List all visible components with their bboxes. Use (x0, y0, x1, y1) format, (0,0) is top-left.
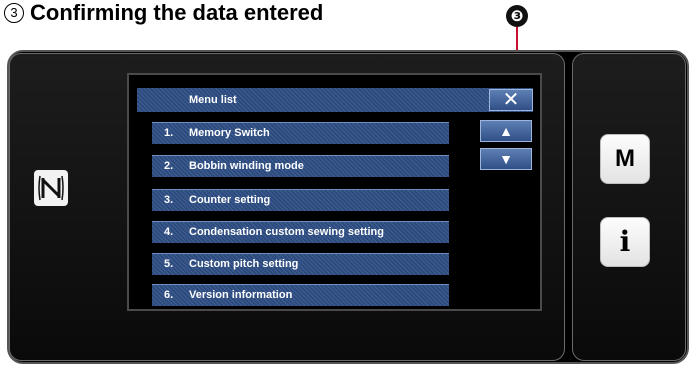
menu-item-index: 5. (164, 258, 174, 270)
menu-item-label: Counter setting (189, 194, 271, 206)
right-panel (572, 53, 686, 361)
scroll-up-button[interactable]: ▲ (480, 120, 532, 142)
step-number: 3 (4, 3, 24, 23)
section-heading: 3 Confirming the data entered (4, 0, 323, 26)
menu-item-label: Bobbin winding mode (189, 160, 304, 172)
menu-title: Menu list (137, 88, 533, 112)
menu-item-condensation-custom-sewing[interactable]: 4. Condensation custom sewing setting (152, 221, 449, 243)
menu-button[interactable]: M (600, 134, 650, 184)
info-button[interactable]: i (600, 217, 650, 267)
menu-item-index: 2. (164, 160, 174, 172)
menu-item-index: 4. (164, 226, 174, 238)
menu-item-index: 6. (164, 289, 174, 301)
menu-item-counter-setting[interactable]: 3. Counter setting (152, 189, 449, 211)
callout-marker: ❸ (506, 5, 528, 27)
menu-item-custom-pitch-setting[interactable]: 5. Custom pitch setting (152, 253, 449, 275)
nfc-icon (34, 170, 68, 206)
menu-item-label: Memory Switch (189, 127, 270, 139)
menu-item-memory-switch[interactable]: 1. Memory Switch (152, 122, 449, 144)
menu-item-label: Condensation custom sewing setting (189, 226, 384, 238)
menu-item-version-information[interactable]: 6. Version information (152, 284, 449, 306)
menu-item-index: 1. (164, 127, 174, 139)
menu-item-bobbin-winding-mode[interactable]: 2. Bobbin winding mode (152, 155, 449, 177)
menu-item-label: Version information (189, 289, 293, 301)
heading-text: Confirming the data entered (30, 0, 324, 25)
arrow-down-icon: ▼ (499, 151, 513, 167)
scroll-down-button[interactable]: ▼ (480, 148, 532, 170)
close-button[interactable]: ✕ (489, 89, 533, 111)
menu-item-index: 3. (164, 194, 174, 206)
arrow-up-icon: ▲ (499, 123, 513, 139)
menu-item-label: Custom pitch setting (189, 258, 299, 270)
